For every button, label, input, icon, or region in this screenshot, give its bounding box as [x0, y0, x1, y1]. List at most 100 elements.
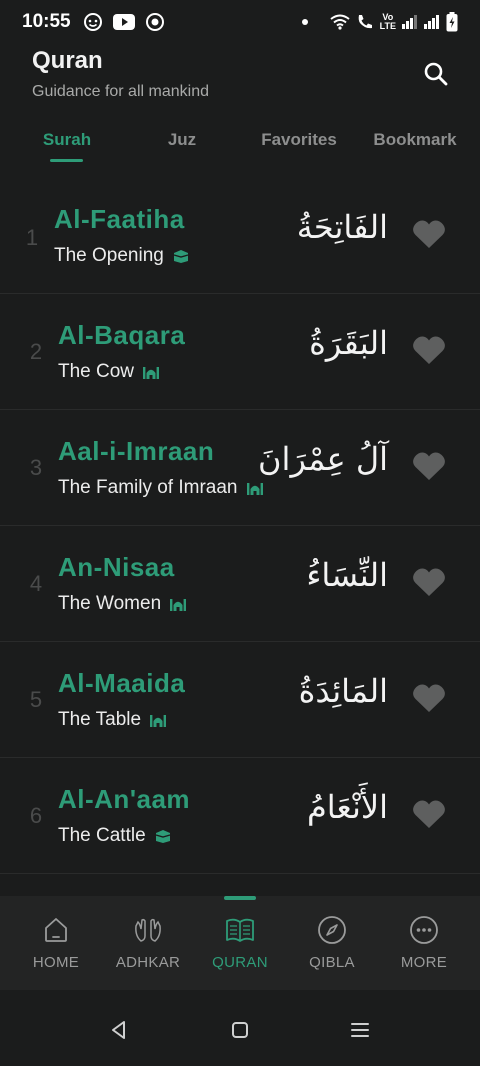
- nav-qibla[interactable]: QIBLA: [286, 896, 378, 990]
- favorite-button[interactable]: [412, 683, 446, 718]
- favorite-button[interactable]: [412, 335, 446, 370]
- status-time: 10:55: [22, 11, 71, 32]
- status-right-icons: Vo LTE: [301, 12, 458, 32]
- surah-arabic-name: الفَاتِحَةُ: [296, 208, 388, 246]
- recents-button[interactable]: [348, 1020, 372, 1044]
- page-subtitle: Guidance for all mankind: [32, 83, 209, 100]
- signal-icon: [424, 15, 440, 29]
- nav-label: QIBLA: [309, 954, 355, 971]
- surah-number: 1: [25, 225, 39, 250]
- wifi-icon: [330, 14, 350, 30]
- nav-label: HOME: [32, 954, 80, 971]
- book-icon: [224, 914, 256, 946]
- heart-icon: [412, 799, 446, 834]
- kaaba-icon: [172, 249, 190, 263]
- mosque-icon: [169, 597, 187, 611]
- surah-number: 2: [29, 339, 43, 364]
- favorite-button[interactable]: [412, 219, 446, 254]
- bottom-nav: HOME ADHKAR QURAN QIBLA MORE: [0, 896, 480, 990]
- mosque-icon: [149, 713, 167, 727]
- tab-surah[interactable]: Surah: [40, 130, 94, 150]
- surah-number: 4: [29, 571, 43, 596]
- search-button[interactable]: [420, 60, 452, 92]
- tab-juz[interactable]: Juz: [160, 130, 204, 150]
- nav-more[interactable]: MORE: [378, 896, 470, 990]
- smiley-icon: [83, 12, 103, 32]
- mosque-icon: [246, 481, 264, 495]
- more-icon: [408, 914, 440, 946]
- nav-home[interactable]: HOME: [10, 896, 102, 990]
- tab-indicator: [50, 159, 83, 162]
- surah-arabic-name: المَائِدَةُ: [298, 672, 388, 710]
- status-left-icons: [83, 12, 165, 32]
- surah-meaning: The Cattle: [58, 825, 172, 847]
- heart-icon: [412, 567, 446, 602]
- surah-row[interactable]: 5 Al-Maaida The Table المَائِدَةُ: [0, 642, 480, 758]
- record-icon: [145, 12, 165, 32]
- heart-icon: [412, 335, 446, 370]
- app-header: Quran Guidance for all mankind: [0, 44, 480, 114]
- heart-icon: [412, 683, 446, 718]
- surah-meaning-text: The Cattle: [58, 825, 146, 846]
- surah-number: 5: [29, 687, 43, 712]
- volte-icon: Vo LTE: [379, 12, 396, 31]
- heart-icon: [412, 451, 446, 486]
- surah-row[interactable]: 4 An-Nisaa The Women النِّسَاءُ: [0, 526, 480, 642]
- surah-row[interactable]: 2 Al-Baqara The Cow البَقَرَةُ: [0, 294, 480, 410]
- nav-adhkar[interactable]: ADHKAR: [102, 896, 194, 990]
- menu-lines-icon: [350, 1021, 370, 1044]
- favorite-button[interactable]: [412, 451, 446, 486]
- praying-hands-icon: [132, 914, 164, 946]
- surah-meaning: The Cow: [58, 361, 160, 383]
- favorite-button[interactable]: [412, 567, 446, 602]
- surah-meaning-text: The Cow: [58, 361, 135, 382]
- nav-quran[interactable]: QURAN: [194, 896, 286, 990]
- surah-row[interactable]: 3 Aal-i-Imraan The Family of Imraan آلُ …: [0, 410, 480, 526]
- surah-number: 3: [29, 455, 43, 480]
- surah-name: Al-Maaida: [58, 668, 186, 698]
- wifi-call-icon: [356, 13, 374, 31]
- tab-bar: Surah Juz Favorites Bookmark: [0, 124, 480, 168]
- battery-charging-icon: [446, 12, 458, 32]
- back-triangle-icon: [109, 1020, 129, 1045]
- youtube-icon: [112, 14, 135, 30]
- search-icon: [423, 61, 449, 92]
- nav-label: MORE: [400, 954, 448, 971]
- surah-meaning: The Opening: [54, 245, 190, 267]
- compass-icon: [316, 914, 348, 946]
- surah-meaning-text: The Table: [58, 709, 142, 730]
- status-bar: 10:55 Vo LTE: [0, 0, 480, 44]
- surah-arabic-name: البَقَرَةُ: [309, 324, 388, 362]
- surah-name: Al-An'aam: [58, 784, 191, 814]
- surah-arabic-name: الأَنْعَامُ: [306, 788, 388, 826]
- nav-label: QURAN: [212, 954, 268, 971]
- signal-icon: [402, 15, 418, 29]
- square-icon: [231, 1021, 249, 1044]
- home-system-button[interactable]: [228, 1020, 252, 1044]
- home-icon: [40, 914, 72, 946]
- tab-favorites[interactable]: Favorites: [254, 130, 344, 150]
- surah-number: 6: [29, 803, 43, 828]
- favorite-button[interactable]: [412, 799, 446, 834]
- surah-meaning: The Family of Imraan: [58, 477, 264, 499]
- surah-name: Al-Faatiha: [54, 204, 185, 234]
- mosque-icon: [142, 365, 160, 379]
- surah-name: Al-Baqara: [58, 320, 186, 350]
- surah-row[interactable]: 6 Al-An'aam The Cattle الأَنْعَامُ: [0, 758, 480, 874]
- surah-arabic-name: النِّسَاءُ: [306, 556, 388, 594]
- surah-meaning: The Table: [58, 709, 167, 731]
- surah-meaning: The Women: [58, 593, 187, 615]
- surah-list: 1 Al-Faatiha The Opening الفَاتِحَةُ 2 A…: [0, 178, 480, 874]
- tab-bookmark[interactable]: Bookmark: [368, 130, 462, 150]
- kaaba-icon: [154, 829, 172, 843]
- heart-icon: [412, 219, 446, 254]
- nav-label: ADHKAR: [115, 954, 181, 971]
- surah-arabic-name: آلُ عِمْرَانَ: [258, 440, 388, 478]
- surah-meaning-text: The Family of Imraan: [58, 477, 238, 498]
- back-button[interactable]: [107, 1020, 131, 1044]
- surah-name: Aal-i-Imraan: [58, 436, 215, 466]
- surah-meaning-text: The Opening: [54, 245, 164, 266]
- surah-row[interactable]: 1 Al-Faatiha The Opening الفَاتِحَةُ: [0, 178, 480, 294]
- system-nav-bar: [0, 990, 480, 1066]
- surah-meaning-text: The Women: [58, 593, 162, 614]
